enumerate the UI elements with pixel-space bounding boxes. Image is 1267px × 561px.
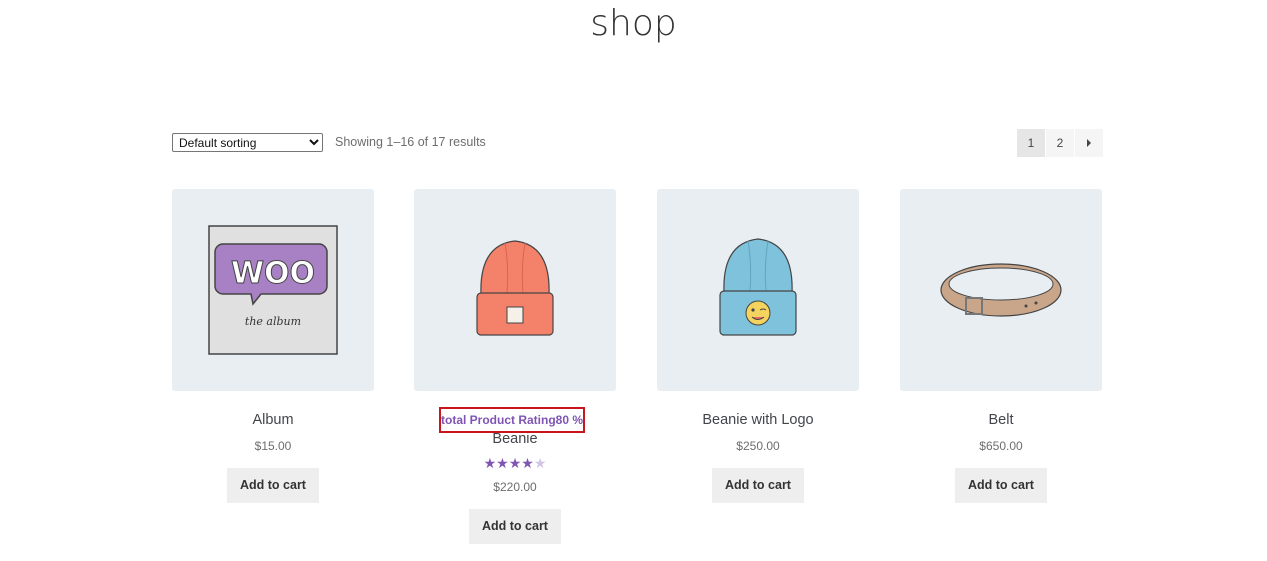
next-page-button[interactable] — [1075, 129, 1103, 157]
star-icon: ★ — [508, 455, 522, 471]
result-count: Showing 1–16 of 17 results — [335, 135, 486, 149]
product-name[interactable]: Album — [172, 411, 374, 429]
beanie-with-logo-image — [719, 238, 797, 336]
product-image-belt[interactable] — [900, 189, 1102, 391]
product-card-beanie-with-logo: Beanie with Logo $250.00 Add to cart — [657, 189, 859, 503]
product-name[interactable]: Beanie with Logo — [657, 411, 859, 429]
star-icon: ★ — [521, 455, 534, 471]
product-name[interactable]: Belt — [900, 411, 1102, 429]
sort-select[interactable]: Default sorting — [172, 133, 323, 152]
beanie-image — [476, 240, 554, 336]
pagination: 1 2 — [1017, 129, 1103, 157]
album-cover-image: WOO the album — [208, 225, 338, 355]
album-subtitle-text: the album — [245, 315, 301, 328]
page-2[interactable]: 2 — [1046, 129, 1074, 157]
rating-label-highlight: total Product Rating80 % — [439, 407, 585, 433]
star-icon: ★ — [483, 455, 497, 471]
add-to-cart-button[interactable]: Add to cart — [712, 468, 804, 503]
star-icon: ★ — [496, 455, 509, 471]
page-title: shop — [590, 3, 677, 44]
product-image-album[interactable]: WOO the album — [172, 189, 374, 391]
product-card-album: WOO the album Album $15.00 Add to cart — [172, 189, 374, 503]
product-image-beanie-with-logo[interactable] — [657, 189, 859, 391]
product-card-belt: Belt $650.00 Add to cart — [900, 189, 1102, 503]
add-to-cart-button[interactable]: Add to cart — [955, 468, 1047, 503]
product-price: $220.00 — [493, 480, 537, 494]
belt-image — [940, 263, 1062, 317]
product-image-beanie[interactable] — [414, 189, 616, 391]
product-price: $650.00 — [979, 439, 1023, 453]
add-to-cart-button[interactable]: Add to cart — [227, 468, 319, 503]
star-empty-icon: ★ — [533, 455, 547, 471]
add-to-cart-button[interactable]: Add to cart — [469, 509, 561, 544]
product-card-beanie: total Product Rating80 % Beanie ★★★★★ $2… — [414, 189, 616, 544]
star-rating: ★★★★★ — [414, 456, 616, 470]
album-logo-text: WOO — [231, 256, 315, 291]
page-1[interactable]: 1 — [1017, 129, 1045, 157]
caret-right-icon — [1087, 139, 1091, 147]
product-price: $250.00 — [736, 439, 780, 453]
product-price: $15.00 — [254, 439, 292, 453]
